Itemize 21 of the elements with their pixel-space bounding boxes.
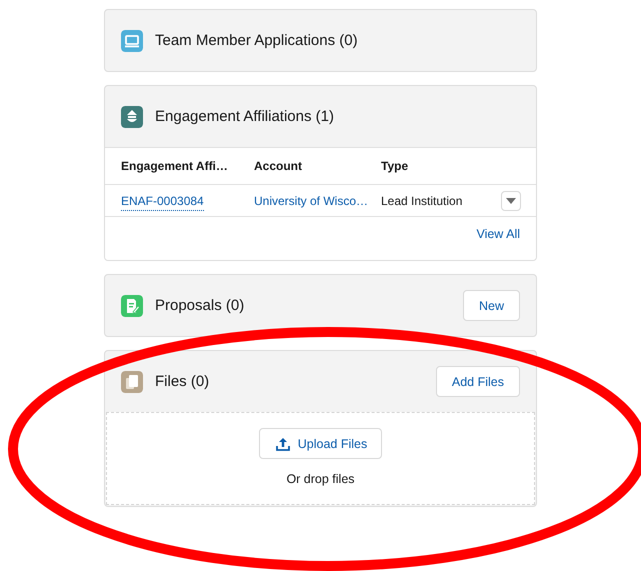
column-header: Type [381, 159, 408, 173]
upload-files-button[interactable]: Upload Files [258, 428, 382, 459]
account-link[interactable]: University of Wisco… [254, 194, 368, 208]
drop-hint: Or drop files [286, 472, 355, 486]
card-title: Team Member Applications (0) [155, 32, 359, 49]
upload-icon [276, 436, 290, 450]
record-link[interactable]: ENAF-0003084 [121, 194, 204, 210]
view-all-link[interactable]: View All [476, 227, 520, 241]
card-title: Files (0) [155, 373, 210, 390]
card-title: Engagement Affiliations (1) [155, 108, 335, 125]
card-title: Proposals (0) [155, 297, 246, 314]
files-icon [121, 370, 143, 392]
column-header: Account [254, 159, 302, 173]
header-button[interactable]: Add Files [436, 366, 520, 397]
header-button[interactable]: New [462, 290, 520, 321]
caret-icon [506, 198, 516, 204]
monitor-icon [121, 30, 143, 52]
row-actions-button[interactable] [501, 190, 521, 210]
document-edit-icon [121, 294, 143, 316]
column-header: Engagement Affi… [121, 159, 228, 173]
table-cell: Lead Institution [381, 194, 462, 208]
